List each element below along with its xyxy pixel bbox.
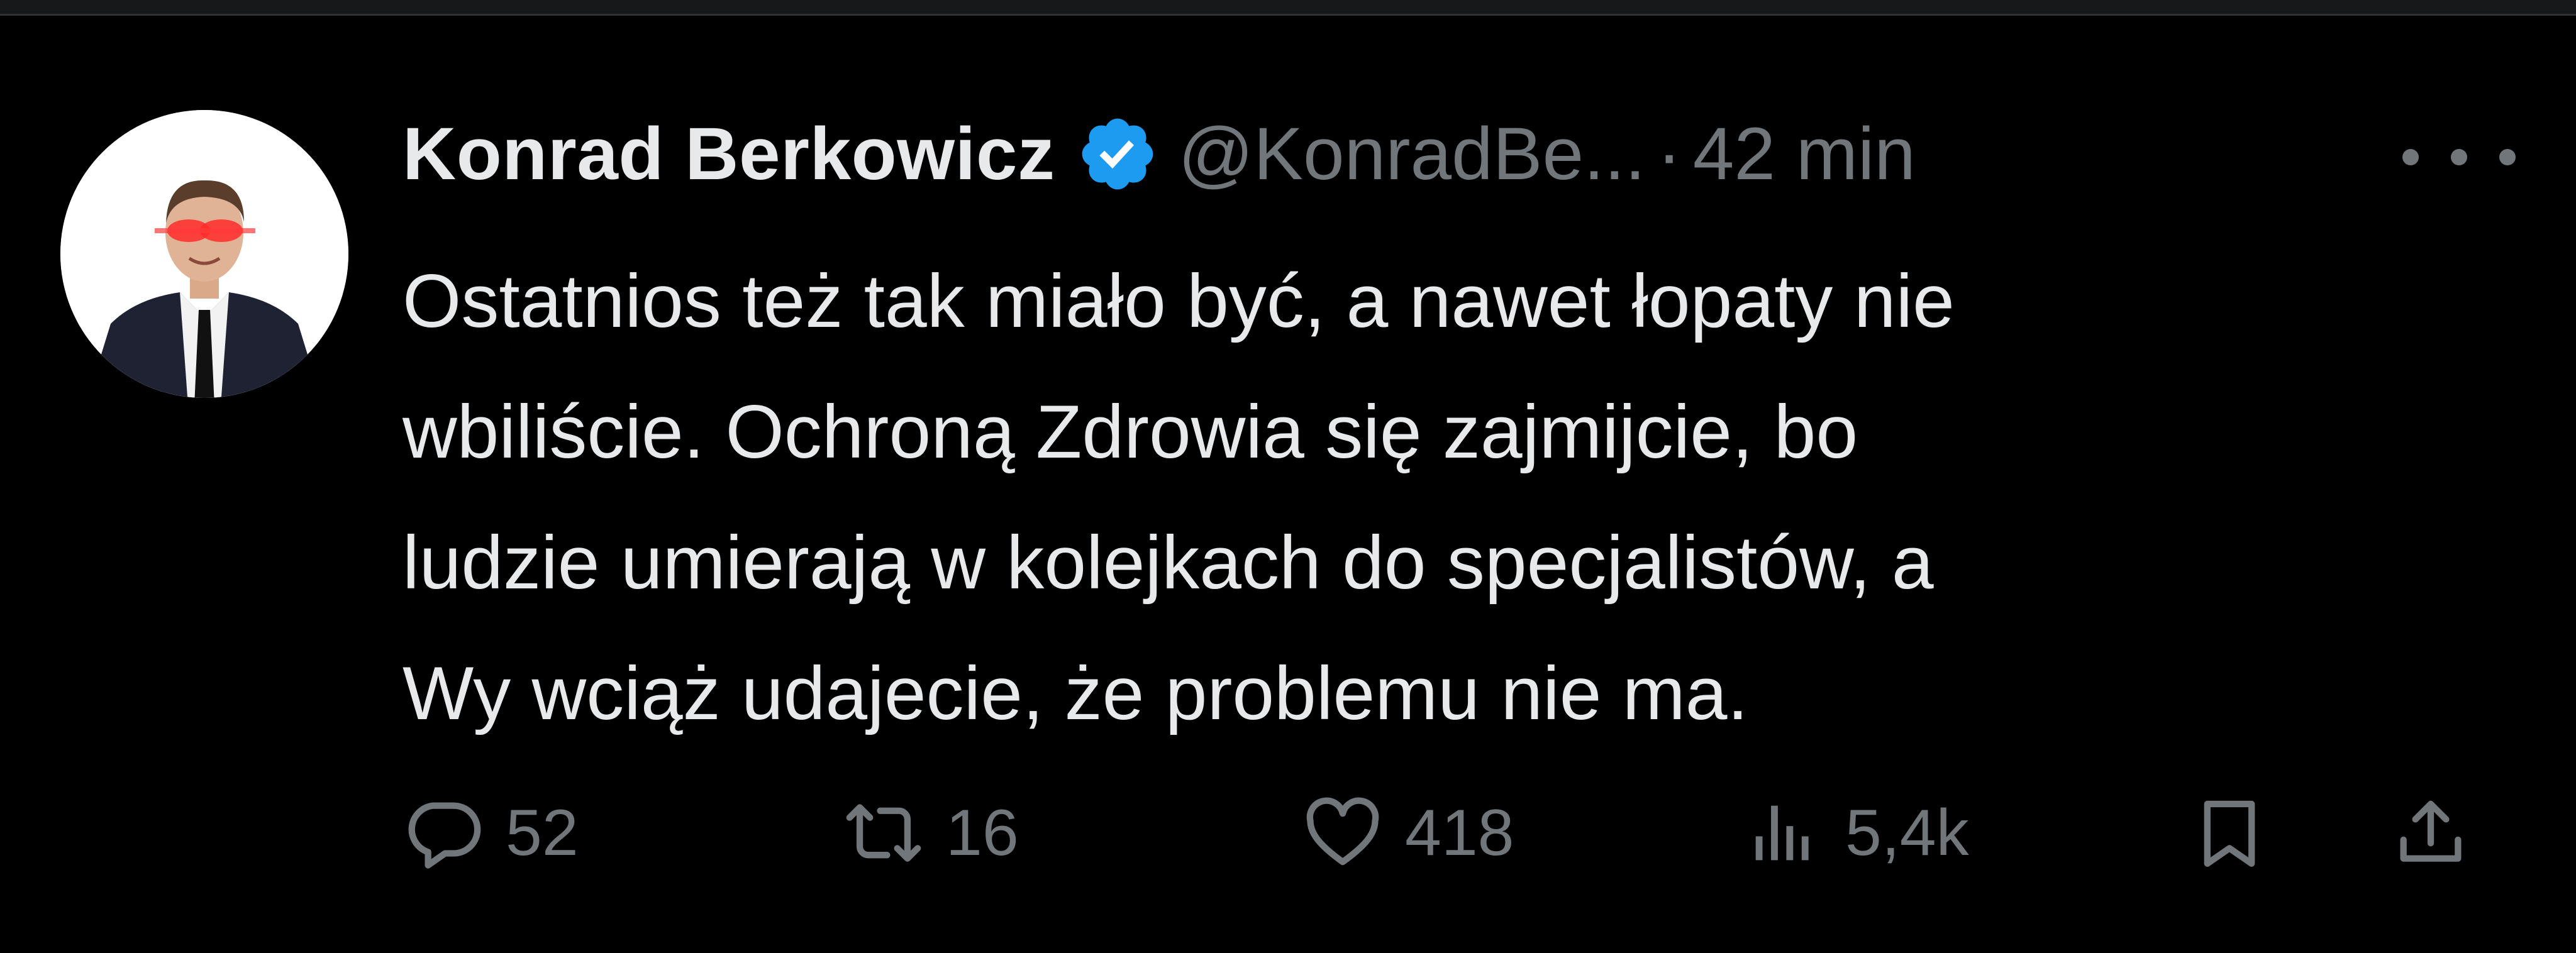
more-dot xyxy=(2451,149,2467,165)
more-options-icon[interactable] xyxy=(2402,129,2516,185)
reply-count: 52 xyxy=(506,796,579,869)
views-chart-icon xyxy=(1742,792,1824,874)
author-display-name[interactable]: Konrad Berkowicz xyxy=(402,111,1055,197)
avatar[interactable] xyxy=(60,110,348,398)
tweet-header: Konrad Berkowicz @KonradBe... · 42 min xyxy=(402,91,1916,217)
reply-button[interactable]: 52 xyxy=(402,776,579,890)
repost-icon xyxy=(843,792,924,874)
tweet-actions: 52 16 418 5,4k xyxy=(402,776,2516,890)
like-count: 418 xyxy=(1405,796,1514,869)
views-count: 5,4k xyxy=(1845,796,1969,869)
more-dot xyxy=(2499,149,2516,165)
like-button[interactable]: 418 xyxy=(1302,776,1514,890)
bookmark-button[interactable] xyxy=(2189,776,2270,890)
repost-button[interactable]: 16 xyxy=(843,776,1019,890)
share-button[interactable] xyxy=(2390,776,2472,890)
repost-count: 16 xyxy=(946,796,1019,869)
views-button[interactable]: 5,4k xyxy=(1742,776,1969,890)
verified-badge-icon[interactable] xyxy=(1076,113,1159,196)
tweet-text: Ostatnios też tak miało być, a nawet łop… xyxy=(402,259,1955,735)
reply-icon xyxy=(402,792,484,874)
share-icon xyxy=(2390,792,2472,874)
tweet[interactable]: Konrad Berkowicz @KonradBe... · 42 min O… xyxy=(0,16,2576,953)
more-dot xyxy=(2402,149,2419,165)
bookmark-icon xyxy=(2189,792,2270,874)
author-handle[interactable]: @KonradBe... xyxy=(1178,111,1645,197)
top-divider xyxy=(0,0,2576,16)
tweet-timestamp[interactable]: 42 min xyxy=(1693,111,1916,197)
heart-icon xyxy=(1302,792,1384,874)
avatar-photo xyxy=(60,110,348,398)
header-separator: · xyxy=(1657,113,1682,196)
